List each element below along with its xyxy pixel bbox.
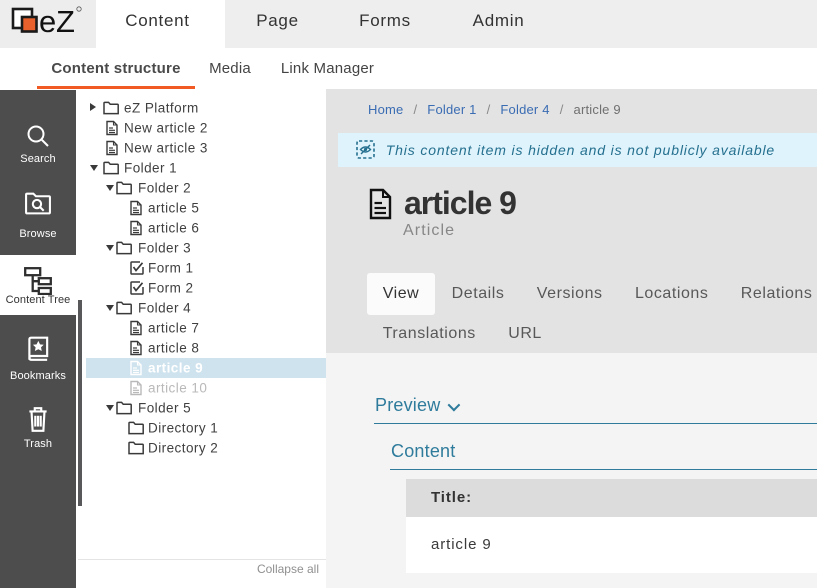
svg-text:Z: Z <box>56 4 75 39</box>
svg-text:e: e <box>39 4 56 39</box>
